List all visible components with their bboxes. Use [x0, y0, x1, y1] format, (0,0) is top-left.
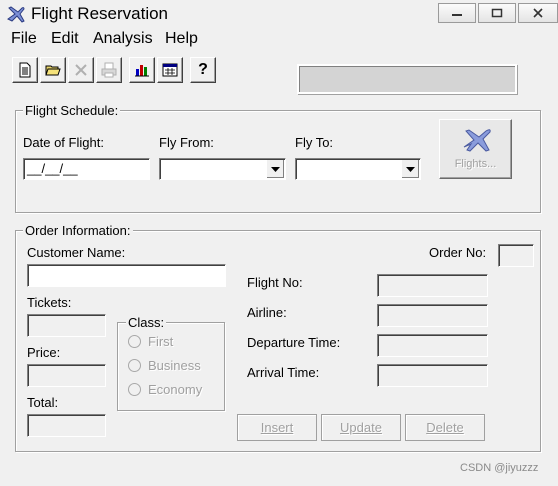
minimize-icon	[452, 14, 462, 16]
class-legend: Class:	[126, 315, 167, 330]
menu-file[interactable]: File	[11, 30, 37, 48]
departure-time-label: Departure Time:	[247, 335, 341, 350]
class-business-label: Business	[148, 358, 201, 373]
menu-analysis[interactable]: Analysis	[93, 30, 153, 48]
fly-from-dropdown-button[interactable]	[266, 160, 284, 178]
calendar-button[interactable]	[157, 57, 183, 83]
customer-name-label: Customer Name:	[27, 245, 126, 260]
menu-edit[interactable]: Edit	[51, 30, 79, 48]
flight-no-label: Flight No:	[247, 275, 303, 290]
airplane-icon	[463, 129, 491, 152]
order-no-field	[498, 244, 534, 267]
new-order-button[interactable]	[12, 57, 38, 83]
menu-help[interactable]: Help	[165, 30, 198, 48]
customer-name-input[interactable]	[27, 264, 226, 287]
help-icon: ?	[198, 61, 208, 78]
close-icon	[533, 8, 543, 18]
bar-chart-icon	[135, 65, 149, 77]
print-icon	[101, 62, 117, 78]
total-field	[27, 414, 106, 437]
maximize-icon	[491, 8, 503, 18]
window-title: Flight Reservation	[31, 4, 169, 23]
status-display	[297, 64, 517, 94]
new-document-icon	[19, 62, 31, 78]
order-information-legend: Order Information:	[23, 223, 133, 238]
graph-button[interactable]	[129, 57, 155, 83]
delete-order-button[interactable]	[68, 57, 94, 83]
watermark: CSDN @jiyuzzz	[460, 462, 539, 474]
departure-time-field	[377, 334, 488, 357]
arrival-time-field	[377, 364, 488, 387]
fly-to-label: Fly To:	[295, 135, 334, 150]
open-folder-icon	[45, 65, 61, 76]
fly-to-select[interactable]	[295, 158, 421, 180]
total-label: Total:	[27, 395, 59, 410]
tickets-label: Tickets:	[27, 295, 72, 310]
insert-button[interactable]: Insert	[237, 414, 317, 441]
menu-bar	[0, 29, 558, 51]
airline-field	[377, 304, 488, 327]
maximize-button[interactable]	[478, 3, 516, 23]
class-economy-radio[interactable]	[128, 383, 141, 396]
delete-button[interactable]: Delete	[405, 414, 485, 441]
date-of-flight-input[interactable]: __/__/__	[23, 158, 150, 180]
print-button[interactable]	[96, 57, 122, 83]
chevron-down-icon	[271, 166, 280, 172]
flights-button-label: Flights...	[454, 158, 497, 170]
chevron-down-icon	[406, 166, 415, 172]
price-field	[27, 364, 106, 387]
price-label: Price:	[27, 345, 61, 360]
flight-schedule-legend: Flight Schedule:	[23, 103, 121, 118]
class-first-label: First	[148, 334, 174, 349]
minimize-button[interactable]	[438, 3, 476, 23]
class-economy-label: Economy	[148, 382, 203, 397]
tickets-field[interactable]	[27, 314, 106, 337]
class-first-radio[interactable]	[128, 335, 141, 348]
airline-label: Airline:	[247, 305, 287, 320]
date-of-flight-label: Date of Flight:	[23, 135, 104, 150]
close-button[interactable]	[518, 3, 558, 23]
fly-to-dropdown-button[interactable]	[401, 160, 419, 178]
flight-no-field	[377, 274, 488, 297]
order-no-label: Order No:	[429, 245, 487, 260]
arrival-time-label: Arrival Time:	[247, 365, 320, 380]
open-order-button[interactable]	[40, 57, 66, 83]
fly-from-label: Fly From:	[159, 135, 214, 150]
help-button[interactable]: ?	[190, 57, 216, 83]
calendar-icon	[162, 63, 178, 77]
class-business-radio[interactable]	[128, 359, 141, 372]
delete-icon	[75, 64, 87, 76]
flights-button[interactable]: Flights...	[439, 119, 512, 179]
fly-from-select[interactable]	[159, 158, 286, 180]
update-button[interactable]: Update	[321, 414, 401, 441]
airplane-app-icon	[6, 5, 26, 23]
